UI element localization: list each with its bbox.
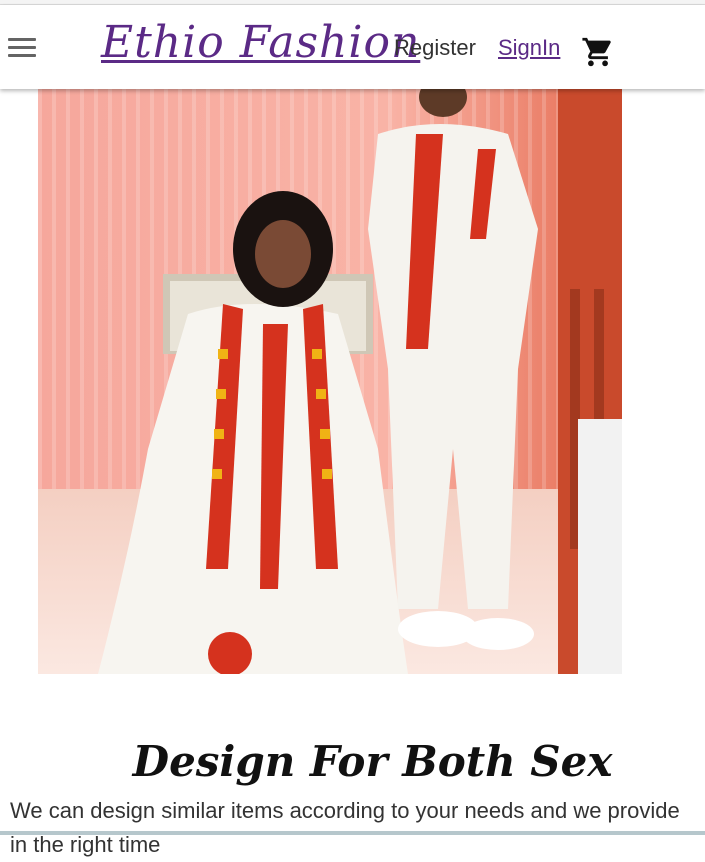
hero-photo-illustration — [38, 89, 622, 674]
register-link[interactable]: Register — [394, 35, 476, 61]
section-heading: Design For Both Sex — [132, 736, 613, 786]
site-header: Ethio Fashion Register SignIn — [0, 5, 705, 89]
hero-image — [38, 89, 622, 674]
signin-link[interactable]: SignIn — [498, 35, 560, 61]
hamburger-menu-icon[interactable] — [8, 38, 36, 58]
bottom-divider — [0, 831, 705, 835]
section-description: We can design similar items according to… — [10, 798, 680, 857]
shopping-cart-icon[interactable] — [581, 35, 615, 69]
brand-logo[interactable]: Ethio Fashion — [101, 17, 420, 69]
